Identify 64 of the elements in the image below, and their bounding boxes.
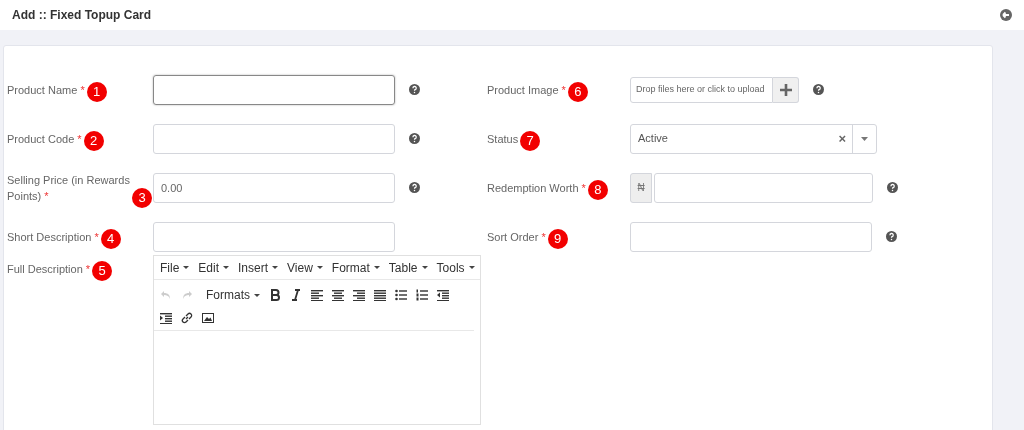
menu-item[interactable]: Edit [198, 258, 230, 277]
field-label: Selling Price (in Rewards Points) * [7, 172, 130, 204]
upload-dropzone[interactable]: Drop files here or click to upload [630, 76, 773, 103]
status-select[interactable]: Active × [630, 123, 877, 154]
field-label: Full Description * [7, 262, 91, 277]
caret-icon[interactable] [861, 136, 868, 141]
field-label: Product Image * [487, 82, 566, 98]
add-button[interactable] [773, 76, 799, 103]
number-marker: 1 [86, 81, 107, 102]
link-icon[interactable] [181, 312, 193, 324]
menu-item[interactable]: File [160, 258, 190, 277]
caret-icon [183, 266, 190, 269]
justify-icon[interactable] [374, 289, 386, 301]
caret-icon [223, 266, 230, 269]
currency-addon: ₦ [630, 172, 652, 203]
caret-icon [421, 266, 428, 269]
caret-icon [316, 266, 323, 269]
rich-text-editor[interactable]: File Edit Insert View Format Table Tools Formats [153, 255, 481, 425]
menu-item[interactable]: View [287, 258, 323, 277]
italic-icon[interactable] [290, 289, 302, 301]
caret-icon [254, 293, 260, 297]
number-marker: 5 [92, 261, 113, 282]
menu-item[interactable]: Tools [436, 258, 475, 277]
number-marker: 6 [567, 81, 588, 102]
number-marker: 4 [100, 228, 121, 249]
outdent-icon[interactable] [437, 289, 449, 301]
field-label: Sort Order * [487, 229, 546, 245]
menu-item[interactable]: Table [388, 258, 428, 277]
formats-dropdown[interactable]: Formats [206, 286, 260, 304]
align-right-icon[interactable] [353, 289, 365, 301]
clear-button[interactable]: × [832, 128, 852, 149]
caret-icon [468, 266, 475, 269]
help-icon[interactable] [886, 231, 897, 242]
field-label: Status [487, 131, 519, 147]
help-icon[interactable] [409, 84, 420, 95]
bullet-list-icon[interactable] [395, 289, 407, 301]
menu-item[interactable]: Insert [238, 258, 279, 277]
align-left-icon[interactable] [311, 289, 323, 301]
number-marker: 7 [520, 130, 541, 151]
field-label: Product Code * [7, 131, 82, 147]
bold-icon[interactable] [269, 289, 281, 301]
align-center-icon[interactable] [332, 289, 344, 301]
number-marker: 2 [83, 130, 104, 151]
indent-icon[interactable] [160, 312, 172, 324]
plus-icon [779, 83, 792, 96]
number-marker: 8 [587, 179, 608, 200]
menu-item[interactable]: Format [331, 258, 380, 277]
help-icon[interactable] [887, 182, 898, 193]
field-label: Product Name * [7, 82, 85, 98]
text-field[interactable] [153, 74, 395, 105]
back-icon[interactable] [1000, 9, 1012, 21]
numbered-list-icon[interactable] [416, 289, 428, 301]
field-label: Short Description * [7, 229, 99, 245]
help-icon[interactable] [409, 133, 420, 144]
field-label: Redemption Worth * [487, 180, 586, 196]
text-field[interactable]: 0.00 [153, 172, 395, 203]
image-icon[interactable] [202, 312, 214, 324]
help-icon[interactable] [409, 182, 420, 193]
number-marker: 3 [132, 187, 152, 208]
page-title: Add :: Fixed Topup Card [12, 7, 152, 24]
caret-icon [272, 266, 279, 269]
number-marker: 9 [547, 228, 568, 249]
caret-icon [373, 266, 380, 269]
help-icon[interactable] [813, 84, 824, 95]
